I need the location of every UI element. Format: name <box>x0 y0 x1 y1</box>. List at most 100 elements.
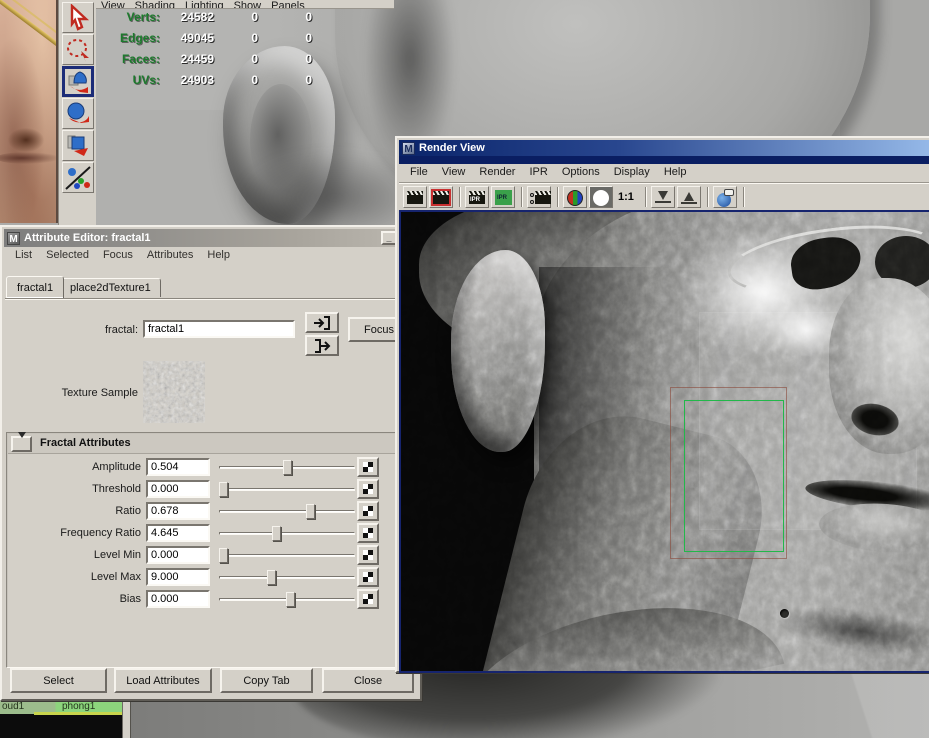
level-min-map-button[interactable] <box>357 545 379 565</box>
frequency-ratio-slider-handle[interactable] <box>272 526 281 541</box>
level-min-input[interactable] <box>146 546 210 564</box>
render-icon[interactable] <box>403 186 427 208</box>
attribute-editor-menubar: ListSelectedFocusAttributesHelp <box>4 247 418 267</box>
ae-menu-selected[interactable]: Selected <box>39 247 96 264</box>
bias-slider-handle[interactable] <box>286 592 295 607</box>
select-button[interactable]: Select <box>10 668 107 693</box>
threshold-slider-handle[interactable] <box>219 482 228 497</box>
tab-fractal1[interactable]: fractal1 <box>6 276 64 298</box>
alpha-channel-icon[interactable] <box>589 186 613 208</box>
level-max-input[interactable] <box>146 568 210 586</box>
rv-menu-file[interactable]: File <box>403 164 435 181</box>
threshold-row: Threshold <box>9 479 409 501</box>
threshold-input[interactable] <box>146 480 210 498</box>
show-manipulator-tool-button[interactable] <box>62 162 94 193</box>
copy-tab-button[interactable]: Copy Tab <box>220 668 313 693</box>
move-icon <box>66 70 92 95</box>
checker-map-icon <box>363 462 373 472</box>
keep-image-icon[interactable] <box>651 186 675 208</box>
panel-menu-panels[interactable]: Panels <box>266 0 310 9</box>
checker-map-icon <box>363 550 373 560</box>
threshold-slider[interactable] <box>219 481 355 498</box>
texture-sample-label: Texture Sample <box>6 387 138 399</box>
ipr-update-icon[interactable]: IPR <box>491 186 515 208</box>
ae-menu-focus[interactable]: Focus <box>96 247 140 264</box>
attribute-editor-tabs: fractal1 place2dTexture1 <box>6 273 418 297</box>
level-min-slider[interactable] <box>219 547 355 564</box>
swatch-label[interactable]: phong1 <box>62 701 95 712</box>
panel-menubar: ViewShadingLightingShowPanels <box>96 0 394 9</box>
swatch-label[interactable]: oud1 <box>2 701 24 712</box>
ae-menu-help[interactable]: Help <box>200 247 237 264</box>
node-name-input[interactable] <box>143 320 295 338</box>
one-to-one-icon[interactable]: 1:1 <box>615 186 639 208</box>
panel-divider[interactable] <box>122 701 131 738</box>
rv-menu-display[interactable]: Display <box>607 164 657 181</box>
panel-menu-view[interactable]: View <box>96 0 130 9</box>
attribute-editor-titlebar[interactable]: M Attribute Editor: fractal1 _ [ <box>4 229 418 247</box>
texture-sample-swatch[interactable] <box>143 361 205 423</box>
section-header[interactable]: Fractal Attributes <box>8 434 416 454</box>
render-view-titlebar[interactable]: M Render View <box>399 140 929 156</box>
level-max-slider[interactable] <box>219 569 355 586</box>
scale-tool-button[interactable] <box>62 130 94 161</box>
tray-icon <box>655 201 671 203</box>
tab-place2dtexture1[interactable]: place2dTexture1 <box>60 278 161 297</box>
lasso-select-tool-button[interactable] <box>62 34 94 65</box>
render-region-marquee <box>684 400 784 552</box>
render-view-window: M Render View FileViewRenderIPROptionsDi… <box>395 136 929 673</box>
level-max-map-button[interactable] <box>357 567 379 587</box>
bias-slider[interactable] <box>219 591 355 608</box>
panel-menu-lighting[interactable]: Lighting <box>180 0 229 9</box>
checker-map-icon <box>363 572 373 582</box>
rv-menu-ipr[interactable]: IPR <box>522 164 554 181</box>
triangle-down-icon <box>18 432 26 450</box>
ratio-map-button[interactable] <box>357 501 379 521</box>
frequency-ratio-map-button[interactable] <box>357 523 379 543</box>
panel-menu-shading[interactable]: Shading <box>130 0 180 9</box>
output-connection-button[interactable] <box>305 335 339 356</box>
frequency-ratio-label: Frequency Ratio <box>9 527 141 539</box>
ratio-slider[interactable] <box>219 503 355 520</box>
snapshot-icon[interactable] <box>527 186 551 208</box>
rv-menu-view[interactable]: View <box>435 164 473 181</box>
amplitude-slider-handle[interactable] <box>283 460 292 475</box>
amplitude-input[interactable] <box>146 458 210 476</box>
input-connection-button[interactable] <box>305 312 339 333</box>
ratio-input[interactable] <box>146 502 210 520</box>
hud-edges-hilite-count: 0 <box>264 31 312 45</box>
panel-menu-show[interactable]: Show <box>229 0 267 9</box>
ae-menu-list[interactable]: List <box>8 247 39 264</box>
hud-faces-selected-count: 0 <box>220 52 258 66</box>
load-attributes-button[interactable]: Load Attributes <box>114 668 212 693</box>
redo-previous-render-icon[interactable] <box>429 186 453 208</box>
remove-image-icon[interactable] <box>677 186 701 208</box>
frequency-ratio-input[interactable] <box>146 524 210 542</box>
render-image-area[interactable] <box>399 210 929 673</box>
amplitude-slider[interactable] <box>219 459 355 476</box>
up-arrow-icon <box>684 192 694 201</box>
rv-menu-render[interactable]: Render <box>472 164 522 181</box>
render-globals-icon[interactable] <box>713 186 737 208</box>
threshold-map-button[interactable] <box>357 479 379 499</box>
bias-map-button[interactable] <box>357 589 379 609</box>
ae-menu-attributes[interactable]: Attributes <box>140 247 200 264</box>
amplitude-map-button[interactable] <box>357 457 379 477</box>
bias-input[interactable] <box>146 590 210 608</box>
heads-up-display: Verts:2458200Edges:4904500Faces:2445900U… <box>98 10 338 94</box>
toolbar-separator <box>459 187 461 207</box>
collapse-button[interactable] <box>11 436 32 452</box>
checker-map-icon <box>363 594 373 604</box>
ratio-slider-handle[interactable] <box>306 504 315 519</box>
hud-edges-label: Edges: <box>98 31 160 45</box>
frequency-ratio-slider[interactable] <box>219 525 355 542</box>
level-min-slider-handle[interactable] <box>219 548 228 563</box>
rotate-tool-button[interactable] <box>62 98 94 129</box>
rv-menu-help[interactable]: Help <box>657 164 694 181</box>
select-tool-button[interactable] <box>62 2 94 33</box>
rgb-channels-icon[interactable] <box>563 186 587 208</box>
ipr-render-icon[interactable]: IPR <box>465 186 489 208</box>
rv-menu-options[interactable]: Options <box>555 164 607 181</box>
move-tool-button[interactable] <box>62 66 94 97</box>
level-max-slider-handle[interactable] <box>267 570 276 585</box>
